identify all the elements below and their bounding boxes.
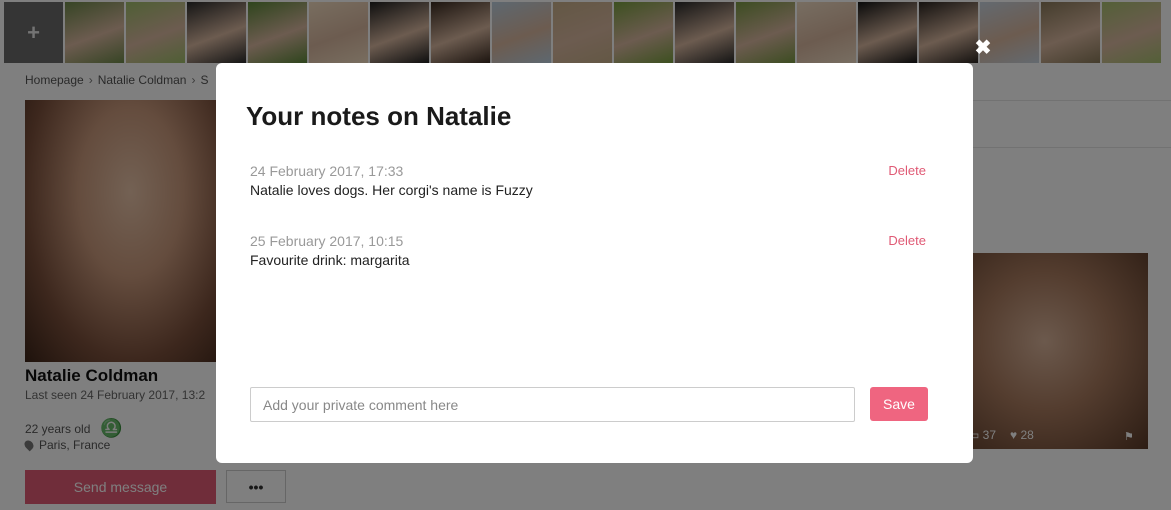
note-date: 24 February 2017, 17:33 (250, 163, 404, 179)
modal-title: Your notes on Natalie (246, 101, 512, 131)
note-text: Favourite drink: margarita (250, 252, 410, 268)
note-item: 25 February 2017, 10:15 Favourite drink:… (250, 233, 926, 268)
note-item: 24 February 2017, 17:33 Natalie loves do… (250, 163, 926, 198)
note-text: Natalie loves dogs. Her corgi's name is … (250, 182, 533, 198)
save-button[interactable]: Save (870, 387, 928, 421)
notes-modal: Your notes on Natalie 24 February 2017, … (216, 63, 973, 463)
delete-note-button[interactable]: Delete (888, 233, 926, 248)
note-date: 25 February 2017, 10:15 (250, 233, 404, 249)
close-icon[interactable]: ✖ (974, 38, 992, 58)
delete-note-button[interactable]: Delete (888, 163, 926, 178)
private-comment-input[interactable] (250, 387, 855, 422)
